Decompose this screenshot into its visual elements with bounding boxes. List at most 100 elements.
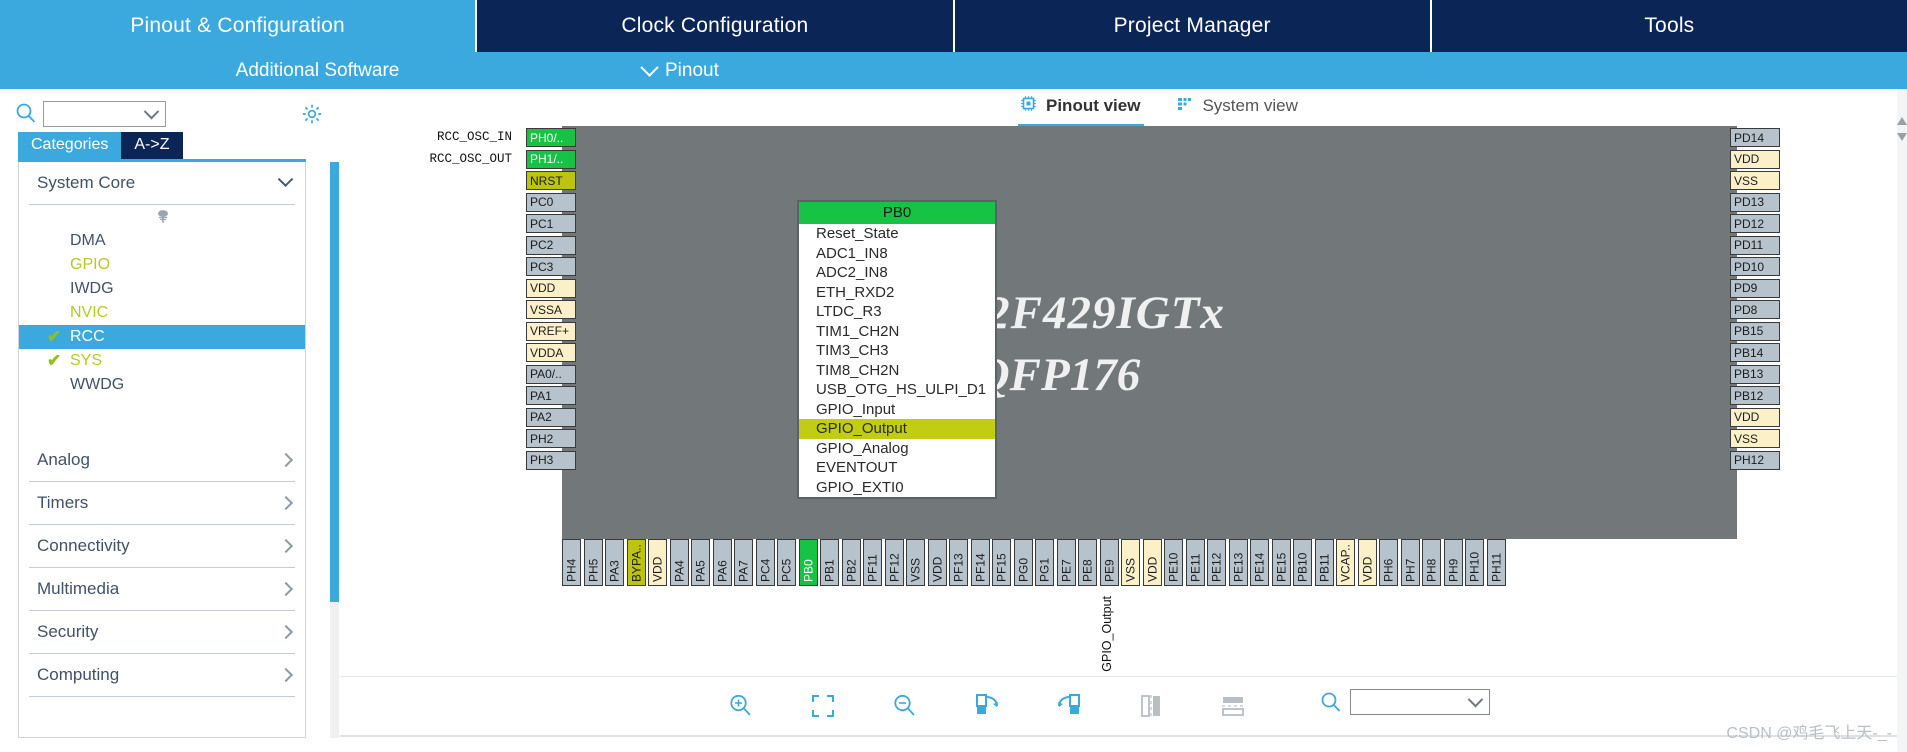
canvas-scrollbar[interactable] xyxy=(1897,89,1907,752)
pin-pa1[interactable]: PA1 xyxy=(526,386,576,405)
pin-pb15[interactable]: PB15 xyxy=(1730,321,1780,341)
zoom-in-icon[interactable] xyxy=(725,690,757,722)
pin-pe8[interactable]: PE8 xyxy=(1078,539,1097,586)
pin-pa6[interactable]: PA6 xyxy=(712,539,732,586)
sidebar-item-wwdg[interactable]: WWDG xyxy=(19,373,305,397)
sidebar-item-sys[interactable]: ✔ SYS xyxy=(19,349,305,373)
flip-horizontal-icon[interactable] xyxy=(1217,690,1249,722)
pin-ph11[interactable]: PH11 xyxy=(1486,539,1506,586)
tab-system-view[interactable]: System view xyxy=(1176,95,1298,121)
pin-pe12[interactable]: PE12 xyxy=(1207,539,1226,586)
tab-clock-configuration[interactable]: Clock Configuration xyxy=(477,0,955,52)
sidebar-item-gpio[interactable]: GPIO xyxy=(19,253,305,277)
pin-vdd[interactable]: VDD xyxy=(1730,407,1780,427)
pin-pd12[interactable]: PD12 xyxy=(1730,214,1780,233)
group-multimedia[interactable]: Multimedia xyxy=(19,568,305,610)
flip-vertical-icon[interactable] xyxy=(1135,690,1167,722)
pin-pe11[interactable]: PE11 xyxy=(1185,539,1205,586)
dropdown-item-adc2-in8[interactable]: ADC2_IN8 xyxy=(799,263,995,283)
pin-ph6[interactable]: PH6 xyxy=(1379,539,1398,586)
fit-to-screen-icon[interactable] xyxy=(807,690,839,722)
pin-pa4[interactable]: PA4 xyxy=(669,539,689,586)
pin-pf13[interactable]: PF13 xyxy=(949,539,968,586)
pin-vdd[interactable]: VDD xyxy=(1357,539,1377,586)
pin-pc1[interactable]: PC1 xyxy=(526,214,576,233)
pin-pe15[interactable]: PE15 xyxy=(1271,539,1291,586)
rotate-right-icon[interactable] xyxy=(971,690,1003,722)
group-connectivity[interactable]: Connectivity xyxy=(19,525,305,567)
pin-ph9[interactable]: PH9 xyxy=(1443,539,1463,586)
pin-vss[interactable]: VSS xyxy=(1730,171,1780,190)
pin-pc5[interactable]: PC5 xyxy=(777,539,796,586)
pin-panel-icon[interactable] xyxy=(19,205,305,229)
pin-ph7[interactable]: PH7 xyxy=(1400,539,1420,586)
pin-vss[interactable]: VSS xyxy=(1121,539,1140,586)
tab-pinout-view[interactable]: Pinout view xyxy=(1017,95,1145,127)
pin-ph5[interactable]: PH5 xyxy=(583,539,603,586)
pin-pb1[interactable]: PB1 xyxy=(820,539,839,586)
pin-pe13[interactable]: PE13 xyxy=(1228,539,1248,586)
pin-pc4[interactable]: PC4 xyxy=(755,539,775,586)
tab-tools[interactable]: Tools xyxy=(1431,0,1907,52)
pin-pf14[interactable]: PF14 xyxy=(970,539,990,586)
pin-pd9[interactable]: PD9 xyxy=(1730,278,1780,298)
tab-categories[interactable]: Categories xyxy=(18,132,122,159)
tab-project-manager[interactable]: Project Manager xyxy=(954,0,1432,52)
rotate-left-icon[interactable] xyxy=(1053,690,1085,722)
pin-pb11[interactable]: PB11 xyxy=(1314,539,1334,586)
pin-pa3[interactable]: PA3 xyxy=(605,539,624,586)
pin-ph1[interactable]: PH1/.. xyxy=(526,149,576,169)
pin-vcap[interactable]: VCAP.. xyxy=(1336,539,1355,586)
pin-vref-plus[interactable]: VREF+ xyxy=(526,321,576,341)
pin-pc3[interactable]: PC3 xyxy=(526,257,576,276)
pinout-menu-button[interactable]: Pinout xyxy=(640,58,719,82)
gear-icon[interactable] xyxy=(300,102,324,131)
pin-ph4[interactable]: PH4 xyxy=(562,539,581,586)
sidebar-item-nvic[interactable]: NVIC xyxy=(19,301,305,325)
pin-pg0[interactable]: PG0 xyxy=(1013,539,1033,586)
sidebar-item-dma[interactable]: DMA xyxy=(19,229,305,253)
pin-vdd[interactable]: VDD xyxy=(927,539,947,586)
pin-vdda[interactable]: VDDA xyxy=(526,343,576,362)
pin-pe10[interactable]: PE10 xyxy=(1164,539,1183,586)
dropdown-item-gpio-exti0[interactable]: GPIO_EXTI0 xyxy=(799,478,995,498)
group-analog[interactable]: Analog xyxy=(19,439,305,481)
pin-pb13[interactable]: PB13 xyxy=(1730,364,1780,384)
pin-pb10[interactable]: PB10 xyxy=(1293,539,1312,586)
dropdown-item-tim1-ch2n[interactable]: TIM1_CH2N xyxy=(799,322,995,342)
pin-vss[interactable]: VSS xyxy=(906,539,925,586)
dropdown-item-tim3-ch3[interactable]: TIM3_CH3 xyxy=(799,341,995,361)
pin-ph10[interactable]: PH10 xyxy=(1465,539,1484,586)
pin-pb0[interactable]: PB0 xyxy=(798,539,818,586)
dropdown-item-eventout[interactable]: EVENTOUT xyxy=(799,458,995,478)
pin-pe9[interactable]: PE9 xyxy=(1099,539,1119,586)
pin-vdd[interactable]: VDD xyxy=(648,539,667,586)
group-timers[interactable]: Timers xyxy=(19,482,305,524)
tab-pinout-configuration[interactable]: Pinout & Configuration xyxy=(0,0,478,52)
dropdown-item-ltdc-r3[interactable]: LTDC_R3 xyxy=(799,302,995,322)
pin-vssa[interactable]: VSSA xyxy=(526,300,576,319)
pin-pb2[interactable]: PB2 xyxy=(841,539,861,586)
group-system-core[interactable]: System Core xyxy=(19,162,305,204)
pin-pa2[interactable]: PA2 xyxy=(526,407,576,427)
pin-vdd[interactable]: VDD xyxy=(526,278,576,298)
pin-pf12[interactable]: PF12 xyxy=(884,539,904,586)
dropdown-item-tim8-ch2n[interactable]: TIM8_CH2N xyxy=(799,361,995,381)
scroll-up-arrow-icon[interactable] xyxy=(1897,117,1907,125)
pin-bypa[interactable]: BYPA.. xyxy=(626,539,646,586)
dropdown-item-gpio-output[interactable]: GPIO_Output xyxy=(799,419,995,439)
pin-pe14[interactable]: PE14 xyxy=(1250,539,1269,586)
dropdown-item-usb-otg-hs-ulpi-d1[interactable]: USB_OTG_HS_ULPI_D1 xyxy=(799,380,995,400)
pin-nrst[interactable]: NRST xyxy=(526,171,576,190)
pin-pg1[interactable]: PG1 xyxy=(1035,539,1054,586)
dropdown-item-adc1-in8[interactable]: ADC1_IN8 xyxy=(799,244,995,264)
pin-pd11[interactable]: PD11 xyxy=(1730,235,1780,255)
pin-pc0[interactable]: PC0 xyxy=(526,192,576,212)
group-security[interactable]: Security xyxy=(19,611,305,653)
pin-ph12[interactable]: PH12 xyxy=(1730,450,1780,470)
zoom-out-icon[interactable] xyxy=(889,690,921,722)
dropdown-item-reset-state[interactable]: Reset_State xyxy=(799,224,995,244)
find-input[interactable] xyxy=(1350,689,1490,715)
pin-ph0[interactable]: PH0/.. xyxy=(526,128,576,147)
pin-ph2[interactable]: PH2 xyxy=(526,429,576,448)
